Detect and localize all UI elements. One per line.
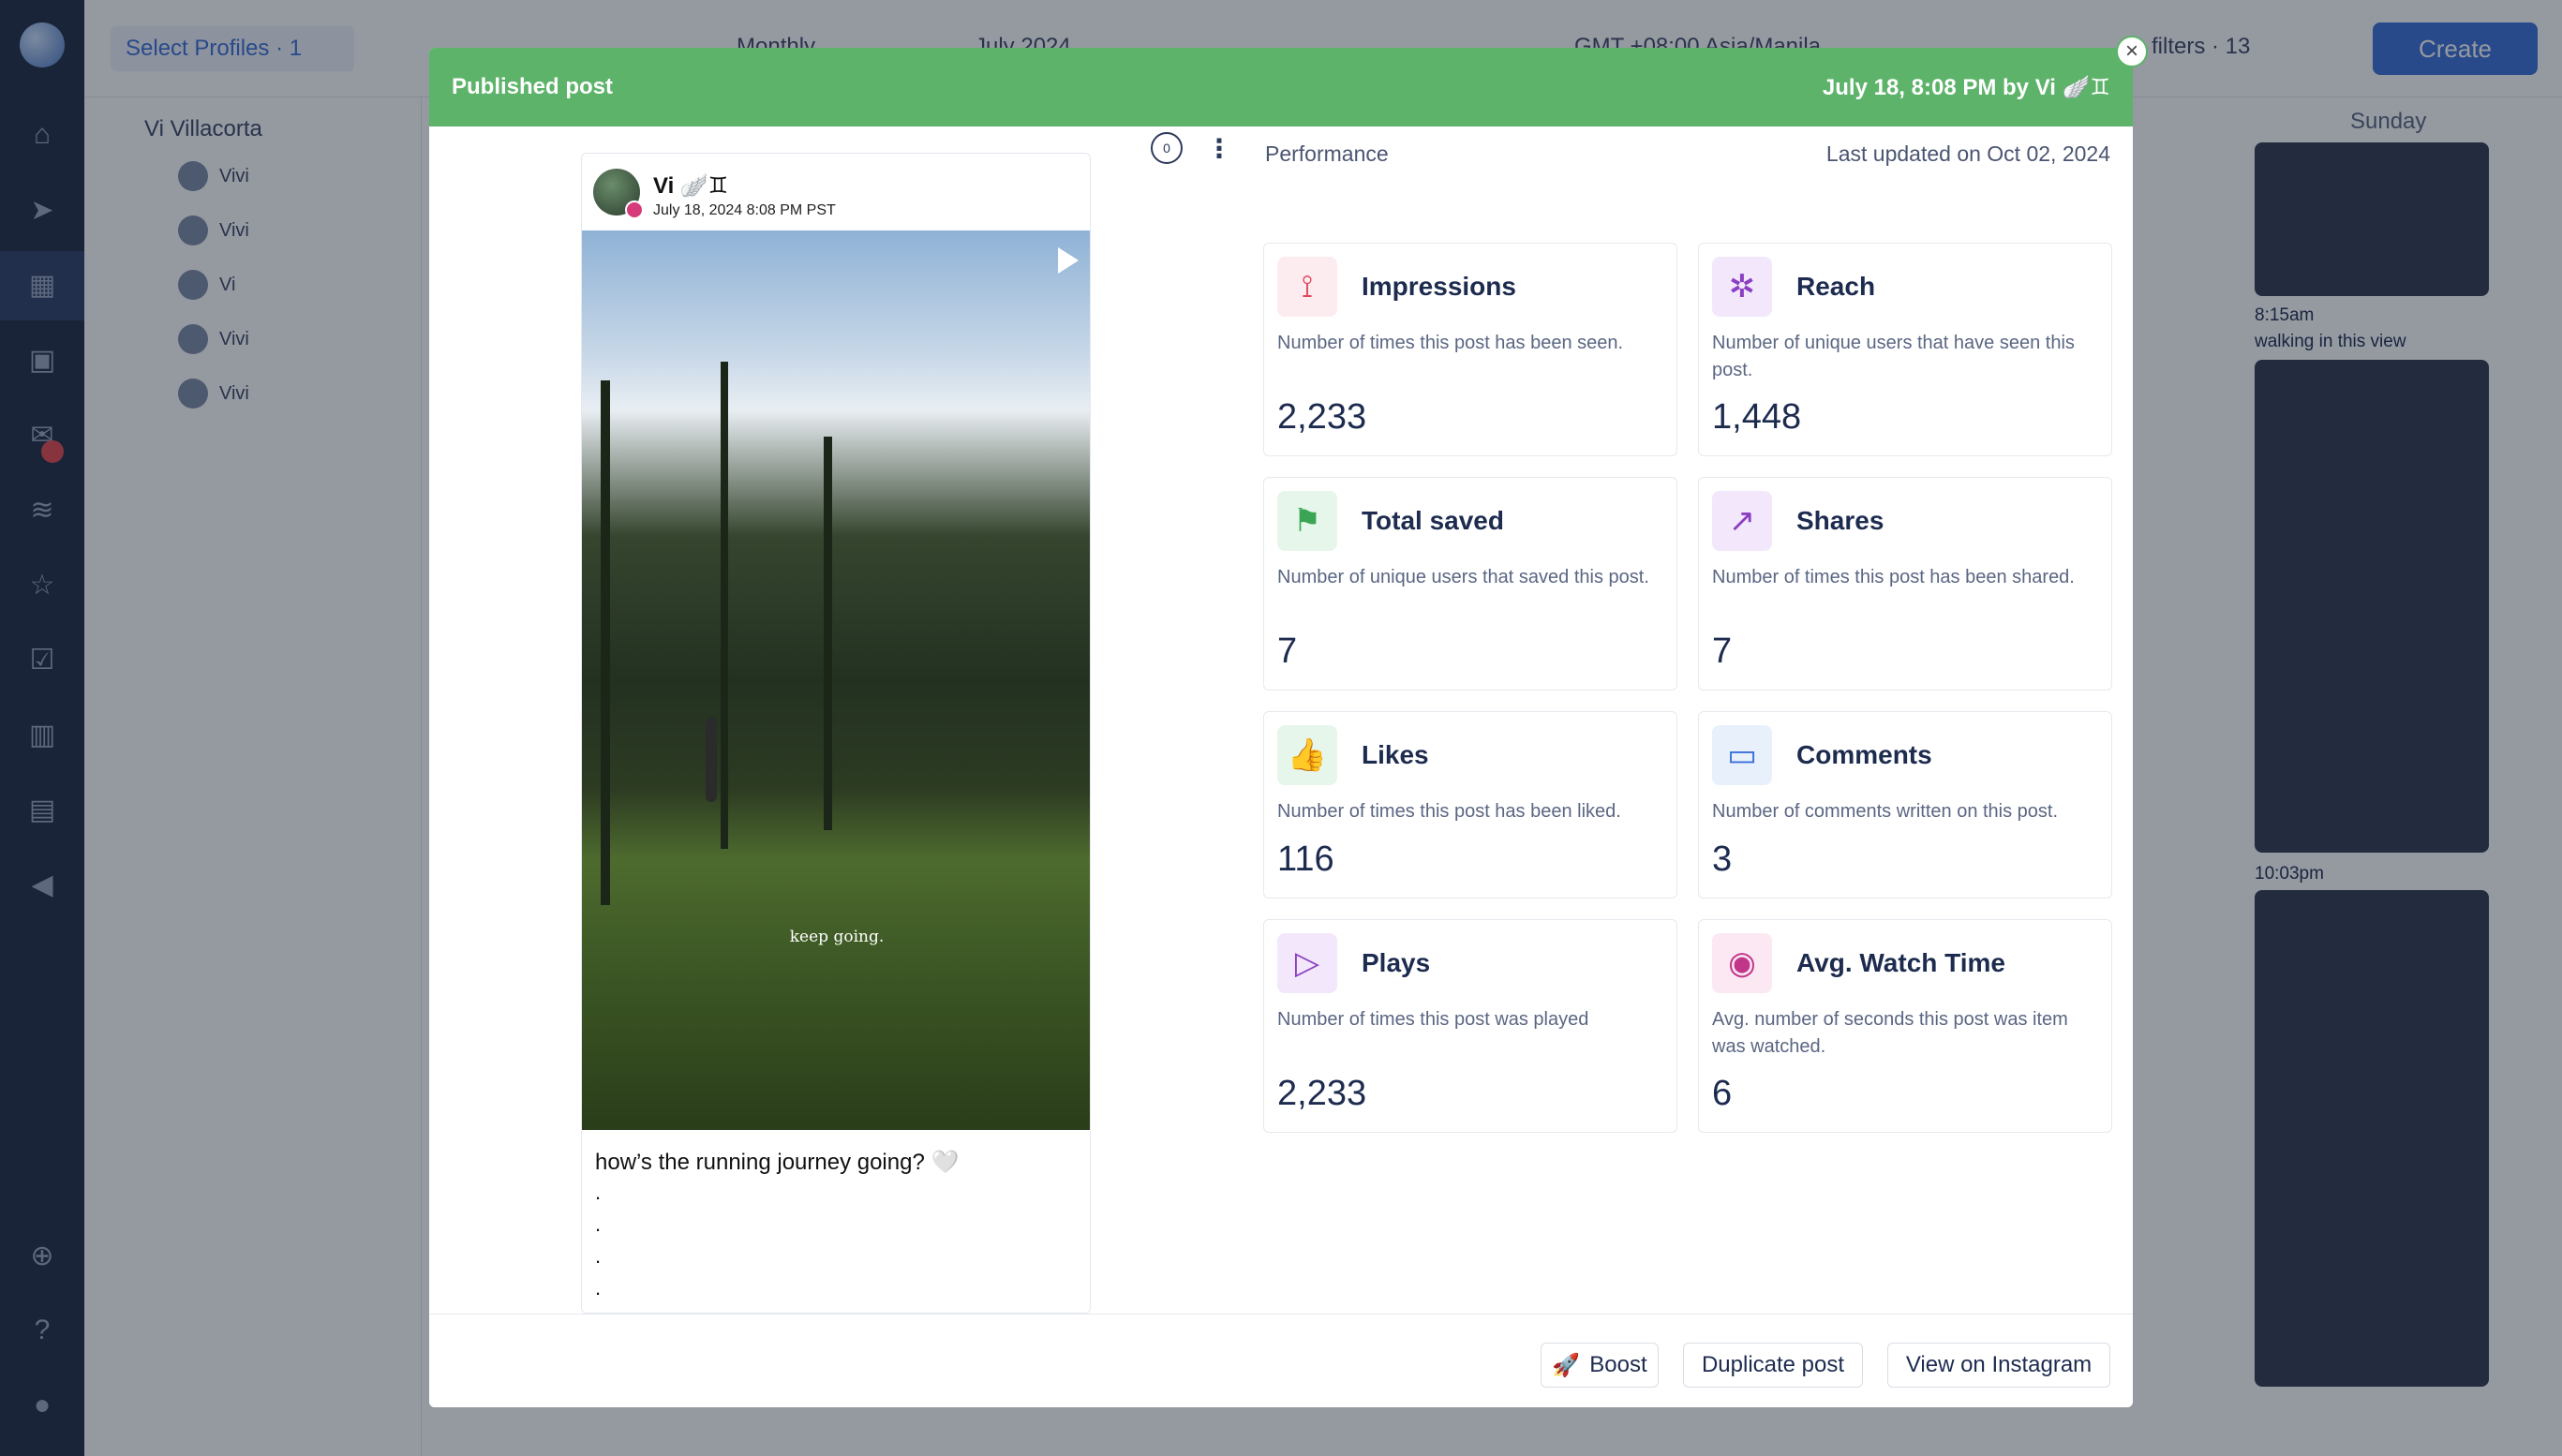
metric-title: Total saved xyxy=(1362,506,1504,535)
modal-title: Published post xyxy=(452,74,614,99)
metric-card-avg-watch-time: ◉ Avg. Watch Time Avg. number of seconds… xyxy=(1698,919,2112,1133)
post-preview: Vi 🪽♊ July 18, 2024 8:08 PM PST keep goi… xyxy=(581,153,1091,1314)
metric-value: 7 xyxy=(1712,631,1733,671)
metric-title: Plays xyxy=(1362,948,1431,977)
bookmark-icon: ⚑ xyxy=(1277,491,1337,551)
boost-button-label: Boost xyxy=(1589,1352,1647,1377)
tree-trunk xyxy=(721,362,728,849)
post-video-thumbnail[interactable]: keep going. xyxy=(582,230,1090,1130)
metric-title: Impressions xyxy=(1362,272,1516,301)
rocket-icon: 🚀 xyxy=(1552,1352,1581,1378)
play-icon: ▷ xyxy=(1277,933,1337,993)
modal-header: Published post July 18, 8:08 PM by Vi 🪽♊ xyxy=(429,48,2133,126)
more-options-icon[interactable]: ⋮ xyxy=(1203,132,1235,164)
metric-card-total-saved: ⚑ Total saved Number of unique users tha… xyxy=(1263,477,1677,691)
play-icon[interactable] xyxy=(1058,247,1079,274)
boost-button[interactable]: 🚀 Boost xyxy=(1541,1343,1659,1388)
thumbs-up-icon: 👍 xyxy=(1277,725,1337,785)
metric-value: 3 xyxy=(1712,839,1733,879)
post-timestamp: July 18, 2024 8:08 PM PST xyxy=(653,202,836,218)
metric-card-impressions: ⟟ Impressions Number of times this post … xyxy=(1263,243,1677,456)
metric-value: 6 xyxy=(1712,1074,1733,1113)
metric-title: Comments xyxy=(1796,740,1932,769)
comments-icon: ▭ xyxy=(1712,725,1772,785)
metric-title: Shares xyxy=(1796,506,1884,535)
close-modal-button[interactable]: × xyxy=(2116,36,2148,67)
last-updated-label: Last updated on Oct 02, 2024 xyxy=(1825,141,2110,166)
instagram-icon xyxy=(625,201,644,219)
metric-description: Number of unique users that have seen th… xyxy=(1712,333,2075,380)
metric-card-likes: 👍 Likes Number of times this post has be… xyxy=(1263,711,1677,899)
metric-card-comments: ▭ Comments Number of comments written on… xyxy=(1698,711,2112,899)
metric-description: Number of times this post was played xyxy=(1277,1009,1589,1030)
metric-title: Likes xyxy=(1362,740,1429,769)
metric-card-shares: ↗ Shares Number of times this post has b… xyxy=(1698,477,2112,691)
impressions-icon: ⟟ xyxy=(1277,257,1337,317)
metric-description: Number of comments written on this post. xyxy=(1712,801,2059,822)
metric-description: Number of times this post has been seen. xyxy=(1277,333,1624,353)
post-published-meta: July 18, 8:08 PM by Vi 🪽♊ xyxy=(1822,74,2110,100)
metric-description: Number of times this post has been share… xyxy=(1712,567,2075,587)
caption-line: . xyxy=(595,1244,602,1268)
metric-title: Reach xyxy=(1796,272,1876,301)
post-caption: how’s the running journey going? 🤍 xyxy=(595,1150,960,1175)
view-on-instagram-button[interactable]: View on Instagram xyxy=(1887,1343,2110,1388)
post-author: Vi 🪽♊ xyxy=(653,173,729,199)
published-post-modal: Published post July 18, 8:08 PM by Vi 🪽♊… xyxy=(429,48,2133,1407)
metric-value: 116 xyxy=(1277,839,1334,879)
post-preview-header: Vi 🪽♊ July 18, 2024 8:08 PM PST xyxy=(582,154,1090,230)
metric-value: 2,233 xyxy=(1277,1074,1367,1113)
metric-title: Avg. Watch Time xyxy=(1796,948,2006,977)
runner-figure xyxy=(706,718,717,802)
metric-description: Avg. number of seconds this post was ite… xyxy=(1712,1009,2068,1057)
metric-card-plays: ▷ Plays Number of times this post was pl… xyxy=(1263,919,1677,1133)
caption-line: . xyxy=(595,1181,602,1204)
video-overlay-text: keep going. xyxy=(789,928,885,946)
caption-line: . xyxy=(595,1212,602,1236)
performance-heading: Performance xyxy=(1265,141,1389,166)
reach-icon: ✲ xyxy=(1712,257,1772,317)
comment-count-button[interactable]: 0 xyxy=(1151,132,1183,164)
share-icon: ↗ xyxy=(1712,491,1772,551)
metric-value: 1,448 xyxy=(1712,397,1802,437)
tree-trunk xyxy=(601,380,610,905)
metric-value: 7 xyxy=(1277,631,1298,671)
modal-footer: 🚀 Boost Duplicate post View on Instagram xyxy=(429,1314,2133,1407)
metric-card-reach: ✲ Reach Number of unique users that have… xyxy=(1698,243,2112,456)
metric-value: 2,233 xyxy=(1277,397,1367,437)
metric-description: Number of unique users that saved this p… xyxy=(1277,567,1649,587)
modal-body: Vi 🪽♊ July 18, 2024 8:08 PM PST keep goi… xyxy=(429,126,2133,1314)
metric-description: Number of times this post has been liked… xyxy=(1277,801,1621,822)
caption-line: . xyxy=(595,1276,602,1300)
eye-icon: ◉ xyxy=(1712,933,1772,993)
tree-trunk xyxy=(824,437,832,830)
duplicate-post-button[interactable]: Duplicate post xyxy=(1683,1343,1863,1388)
